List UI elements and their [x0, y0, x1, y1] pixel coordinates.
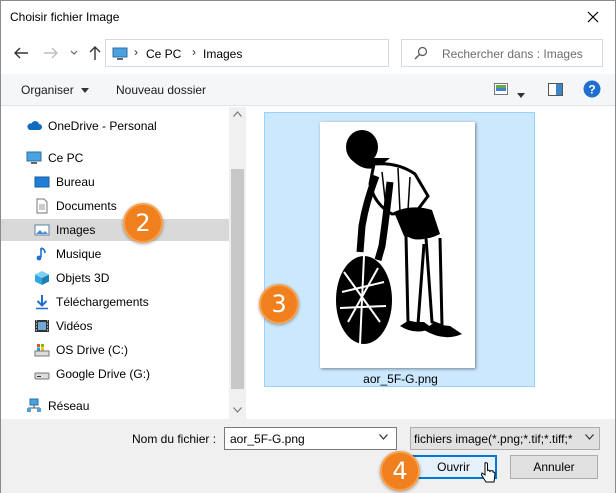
file-type-value: fichiers image(*.png;*.tif;*.tiff;*	[414, 432, 573, 446]
navigation-scrollbar[interactable]	[229, 107, 246, 419]
cancel-button[interactable]: Annuler	[510, 455, 598, 479]
drive-icon	[34, 372, 50, 380]
back-button[interactable]	[12, 44, 30, 62]
preview-pane-button[interactable]	[548, 83, 563, 99]
filename-field[interactable]: aor_5F-G.png	[224, 427, 397, 450]
caret-down-icon	[517, 93, 525, 98]
file-item[interactable]: aor_5F-G.png	[264, 112, 535, 387]
file-thumbnail	[320, 122, 475, 368]
arrow-right-icon	[44, 47, 58, 59]
sidebar-item-label: Objets 3D	[56, 271, 110, 285]
organize-button[interactable]: Organiser	[21, 83, 90, 97]
file-name: aor_5F-G.png	[363, 372, 438, 386]
navigation-pane: OneDrive - Personal Ce PC Bureau Documen…	[1, 107, 246, 419]
sidebar-item-music[interactable]: Musique	[1, 243, 229, 265]
help-button[interactable]: ?	[583, 80, 601, 101]
breadcrumb-images[interactable]: Images	[203, 47, 242, 61]
search-box[interactable]: Rechercher dans : Images	[401, 39, 603, 67]
forward-button[interactable]	[42, 44, 60, 62]
boy-illustration-image	[336, 130, 462, 345]
address-bar[interactable]: › Ce PC › Images	[105, 39, 482, 67]
file-view: aor_5F-G.png	[246, 107, 615, 419]
chevron-down-icon	[70, 50, 78, 55]
title-bar: Choisir fichier Image	[1, 1, 615, 33]
sidebar-item-3d-objects[interactable]: Objets 3D	[1, 267, 229, 289]
network-icon	[27, 398, 41, 412]
sidebar-item-videos[interactable]: Vidéos	[1, 315, 229, 337]
sidebar-item-this-pc[interactable]: Ce PC	[1, 147, 229, 169]
window-title: Choisir fichier Image	[10, 10, 120, 24]
scrollbar-thumb[interactable]	[231, 169, 244, 389]
computer-icon	[112, 47, 128, 60]
view-options-button[interactable]	[517, 87, 525, 101]
sidebar-item-label: Images	[56, 223, 96, 237]
desktop-icon	[34, 176, 50, 188]
cloud-icon	[27, 121, 42, 130]
annotation-badge-2: 2	[123, 203, 163, 243]
up-button[interactable]	[86, 44, 104, 62]
close-icon	[587, 11, 599, 23]
computer-icon	[26, 151, 42, 164]
file-type-select[interactable]: fichiers image(*.png;*.tif;*.tiff;*	[410, 427, 600, 450]
sidebar-item-label: Téléchargements	[56, 295, 149, 309]
mouse-cursor-icon	[481, 462, 496, 483]
sidebar-item-desktop[interactable]: Bureau	[1, 171, 229, 193]
search-placeholder: Rechercher dans : Images	[442, 47, 583, 61]
filename-label: Nom du fichier :	[132, 432, 217, 446]
arrow-left-icon	[14, 47, 28, 59]
organize-label: Organiser	[21, 83, 74, 97]
search-icon	[414, 46, 428, 60]
filename-value: aor_5F-G.png	[230, 432, 305, 446]
breadcrumb-this-pc[interactable]: Ce PC	[146, 47, 181, 61]
sidebar-item-onedrive[interactable]: OneDrive - Personal	[1, 115, 229, 137]
sidebar-item-label: Ce PC	[48, 151, 84, 165]
sidebar-item-network[interactable]: Réseau	[1, 395, 229, 417]
sidebar-item-google-drive[interactable]: Google Drive (G:)	[1, 363, 229, 385]
preview-pane-icon	[548, 83, 563, 96]
sidebar-item-label: Réseau	[48, 399, 90, 413]
file-open-dialog: Choisir fichier Image › Ce PC › Images R…	[0, 0, 616, 493]
sidebar-item-label: Vidéos	[56, 319, 93, 333]
download-icon	[36, 295, 48, 310]
chevron-down-icon[interactable]	[379, 434, 388, 440]
annotation-badge-4: 4	[380, 451, 420, 491]
breadcrumb-separator: ›	[192, 45, 196, 59]
caret-down-icon	[81, 88, 90, 94]
recent-locations-button[interactable]	[65, 44, 83, 62]
dialog-footer: Nom du fichier : aor_5F-G.png fichiers i…	[1, 419, 615, 493]
music-icon	[36, 247, 46, 261]
new-folder-button[interactable]: Nouveau dossier	[116, 83, 206, 97]
view-icon	[494, 83, 508, 95]
sidebar-item-label: Bureau	[56, 175, 95, 189]
sidebar-item-label: OS Drive (C:)	[56, 343, 128, 357]
drive-icon	[34, 344, 50, 357]
command-bar: Organiser Nouveau dossier ?	[1, 74, 615, 106]
sidebar-item-label: Musique	[56, 247, 102, 261]
video-icon	[35, 320, 49, 332]
chevron-down-icon	[585, 434, 594, 440]
scroll-up-icon[interactable]	[233, 111, 242, 117]
sidebar-item-label: Documents	[56, 199, 117, 213]
breadcrumb-separator: ›	[134, 45, 138, 59]
sidebar-item-label: Google Drive (G:)	[56, 367, 151, 381]
scroll-down-icon[interactable]	[233, 407, 242, 413]
annotation-badge-3: 3	[259, 284, 299, 324]
help-icon: ?	[583, 80, 601, 98]
cube-icon	[35, 271, 49, 285]
sidebar-item-documents[interactable]: Documents	[1, 195, 229, 217]
sidebar-item-os-drive[interactable]: OS Drive (C:)	[1, 339, 229, 361]
change-view-button[interactable]	[494, 83, 508, 98]
sidebar-item-label: OneDrive - Personal	[48, 119, 157, 133]
document-icon	[36, 198, 48, 214]
pictures-icon	[34, 224, 50, 236]
svg-text:?: ?	[588, 83, 595, 97]
close-button[interactable]	[575, 3, 611, 31]
sidebar-item-images[interactable]: Images	[1, 219, 229, 241]
arrow-up-icon	[89, 46, 101, 60]
sidebar-item-downloads[interactable]: Téléchargements	[1, 291, 229, 313]
